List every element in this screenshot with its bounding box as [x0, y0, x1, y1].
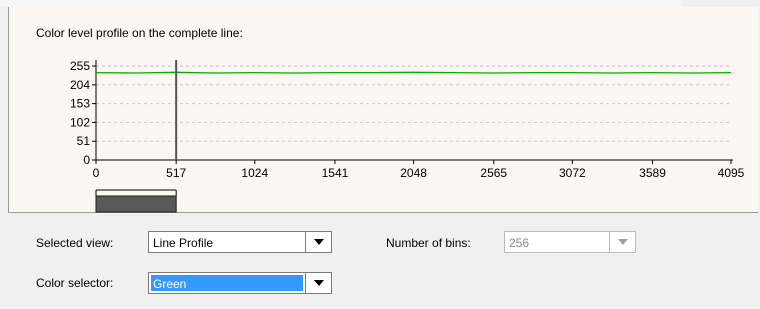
- selected-view-dropdown[interactable]: Line Profile: [148, 231, 332, 253]
- profile-chart: 0 51 102 153 204 255 0 517 1024 1541 2048 2565 3072…: [70, 59, 745, 213]
- number-of-bins-label: Number of bins:: [386, 236, 471, 250]
- series-line-0: [95, 71, 732, 74]
- x-tick-label: 3072: [559, 166, 586, 180]
- chevron-down-icon: [313, 280, 324, 286]
- axes: [92, 60, 733, 164]
- x-tick-label: 2048: [400, 166, 427, 180]
- selected-view-label: Selected view:: [36, 236, 114, 250]
- y-tick-label: 102: [70, 115, 90, 129]
- x-tick-label: 517: [166, 166, 186, 180]
- x-tick-label: 1024: [241, 166, 268, 180]
- y-tick-labels: 0 51 102 153 204 255: [70, 59, 90, 167]
- y-tick-label: 153: [70, 97, 90, 111]
- color-selector-dropdown-button[interactable]: [305, 273, 331, 293]
- selected-view-dropdown-button[interactable]: [305, 232, 331, 252]
- y-tick-label: 0: [83, 153, 90, 167]
- number-of-bins-value: 256: [509, 236, 530, 250]
- color-selector-dropdown[interactable]: Green: [148, 272, 332, 294]
- x-tick-labels: 0 517 1024 1541 2048 2565 3072 3589 4095: [93, 166, 745, 180]
- y-tick-label: 204: [70, 78, 90, 92]
- x-tick-label: 1541: [322, 166, 349, 180]
- number-of-bins-dropdown-button[interactable]: [609, 232, 635, 252]
- number-of-bins-dropdown[interactable]: 256: [504, 231, 636, 253]
- chevron-down-icon: [313, 239, 324, 245]
- x-tick-label: 4095: [718, 166, 745, 180]
- scroll-thumb[interactable]: [95, 195, 177, 213]
- x-tick-label: 0: [93, 166, 100, 180]
- y-tick-label: 51: [77, 134, 91, 148]
- x-tick-label: 3589: [639, 166, 666, 180]
- color-selector-label: Color selector:: [36, 276, 114, 290]
- series-layer: [95, 71, 732, 74]
- selected-view-value: Line Profile: [153, 236, 214, 250]
- x-tick-label: 2565: [480, 166, 507, 180]
- chevron-down-icon: [617, 239, 628, 245]
- scrollbar[interactable]: [95, 189, 177, 213]
- grid-lines: [96, 65, 731, 142]
- color-selector-value: Green: [153, 277, 187, 291]
- y-tick-label: 255: [70, 59, 90, 73]
